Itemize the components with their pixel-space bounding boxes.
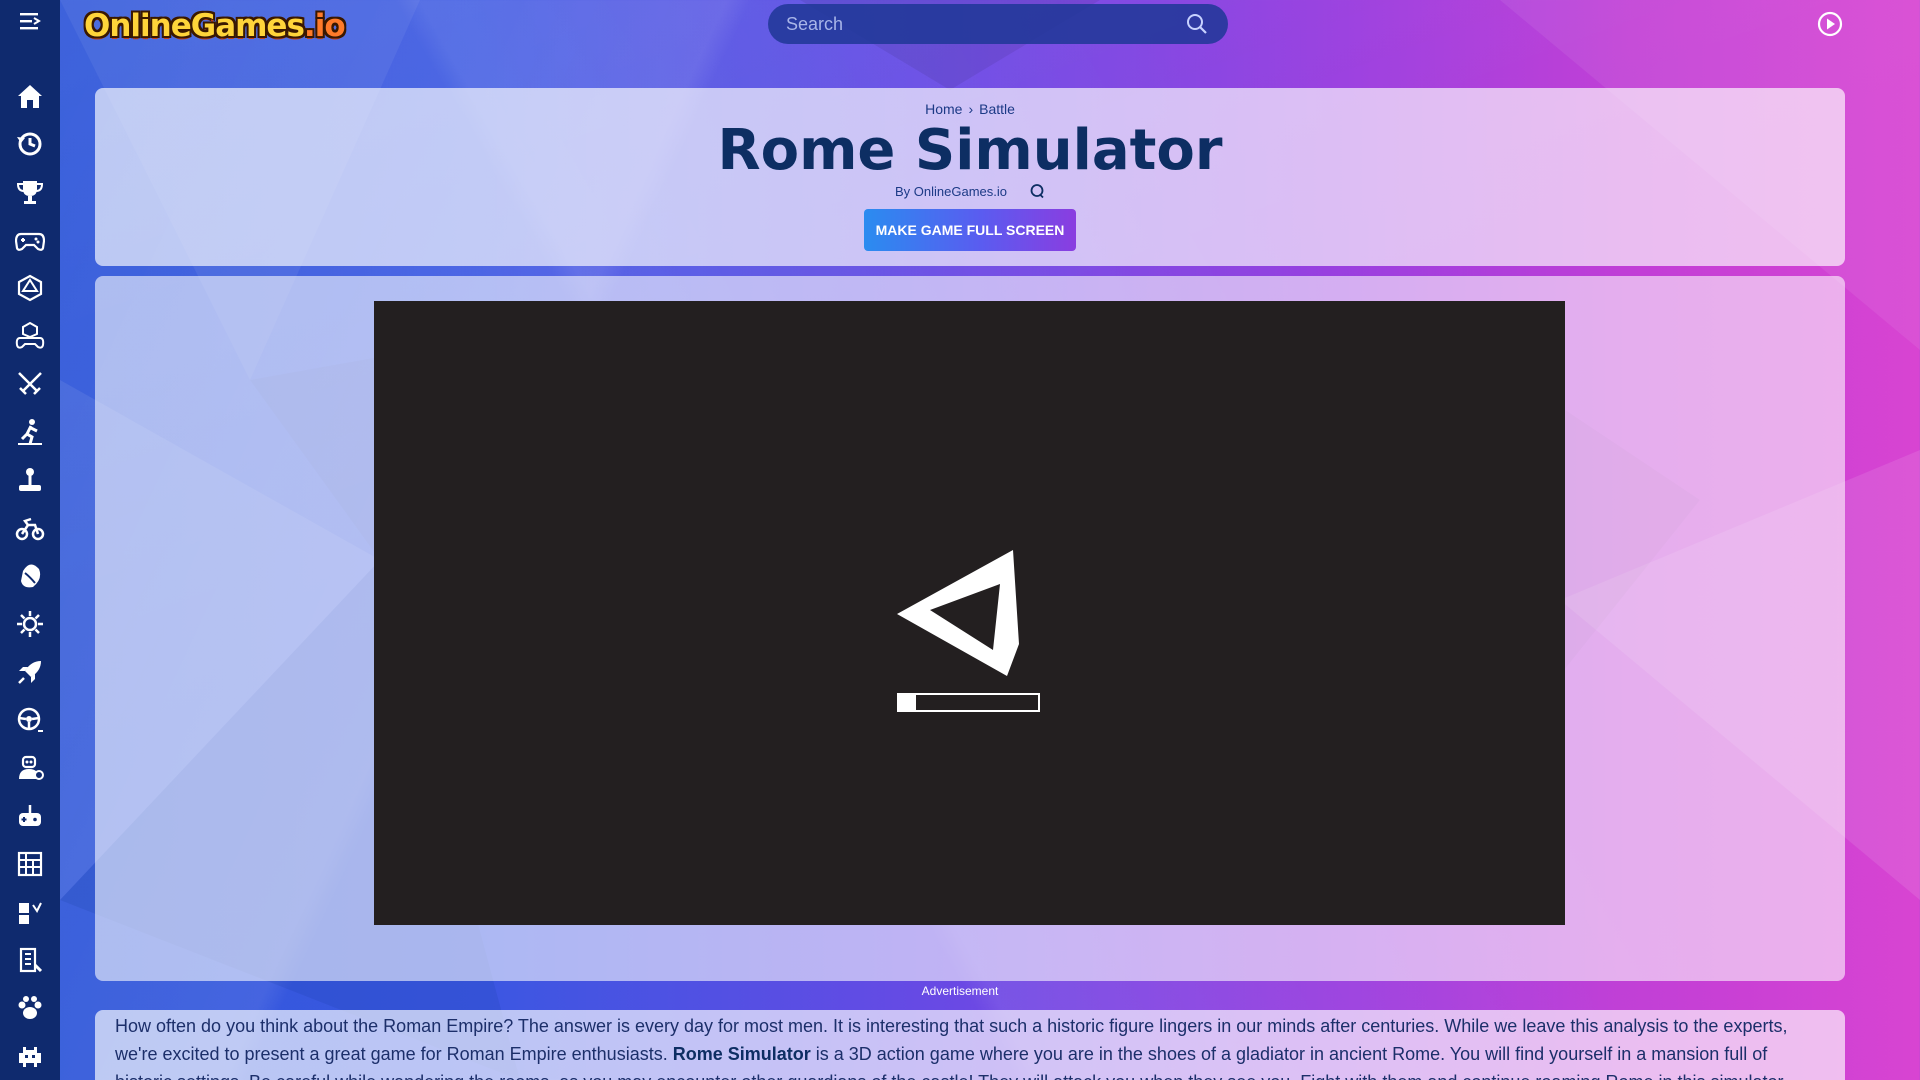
description-text: How often do you think about the Roman E… — [115, 1012, 1825, 1080]
sidebar-item-minecraft[interactable] — [10, 888, 50, 936]
logo-text: OnlineGames — [84, 8, 305, 44]
home-icon — [18, 85, 42, 108]
page-title: Rome Simulator — [717, 118, 1223, 183]
ball-icon — [21, 564, 41, 588]
search-icon — [1187, 14, 1207, 34]
sidebar-item-arcade[interactable] — [10, 456, 50, 504]
menu-icon — [20, 13, 41, 30]
unity-logo-icon — [897, 550, 1019, 676]
breadcrumb-separator: › — [968, 101, 974, 117]
site-logo[interactable]: OnlineGames .io — [84, 6, 346, 46]
sidebar-item-battle[interactable] — [10, 360, 50, 408]
breadcrumb-home-link[interactable]: Home — [925, 101, 962, 117]
search-input[interactable] — [786, 13, 1184, 35]
byline: By OnlineGames.io — [95, 183, 1845, 199]
blocks-icon — [19, 902, 42, 924]
sidebar-item-recent[interactable] — [10, 120, 50, 168]
play-circle-icon[interactable] — [1816, 10, 1844, 38]
comment-icon[interactable] — [1029, 183, 1045, 199]
sidebar-item-io[interactable] — [10, 600, 50, 648]
game-canvas[interactable] — [374, 301, 1565, 925]
joystick-icon — [19, 468, 41, 491]
sidebar-item-puzzle[interactable] — [10, 312, 50, 360]
sidebar-item-top[interactable] — [10, 168, 50, 216]
fullscreen-button[interactable]: MAKE GAME FULL SCREEN — [863, 209, 1077, 251]
trophy-icon — [16, 181, 44, 204]
history-icon — [17, 132, 42, 156]
sidebar-item-strategy[interactable] — [10, 840, 50, 888]
puzzle-controller-icon — [15, 321, 45, 349]
controller-plus-icon — [19, 805, 41, 826]
dice-icon — [17, 274, 43, 302]
sidebar-item-action[interactable] — [10, 216, 50, 264]
advertisement-label: Advertisement — [921, 984, 999, 998]
robot-icon — [19, 755, 44, 780]
menu-toggle-button[interactable] — [0, 0, 60, 42]
sidebar-item-retro[interactable] — [10, 1032, 50, 1080]
steering-wheel-icon — [17, 707, 43, 732]
pixel-monster-icon — [19, 1047, 41, 1067]
game-header-card: Home › Battle Rome Simulator By OnlineGa… — [95, 88, 1845, 266]
search-bar — [768, 4, 1228, 44]
motorbike-icon — [15, 517, 45, 541]
gear-icon — [17, 611, 43, 637]
breadcrumb: Home › Battle — [95, 101, 1845, 117]
breadcrumb-category-link[interactable]: Battle — [979, 101, 1015, 117]
sidebar-item-space[interactable] — [10, 648, 50, 696]
loading-progress-bar — [897, 693, 1040, 712]
logo-suffix: .io — [303, 8, 346, 44]
runner-icon — [18, 419, 42, 445]
sidebar-item-multiplayer[interactable] — [10, 744, 50, 792]
category-icon-list — [10, 72, 50, 1080]
game-container-card — [95, 276, 1845, 981]
sidebar-item-building[interactable] — [10, 936, 50, 984]
gamepad-icon — [15, 232, 45, 251]
publisher-link[interactable]: By OnlineGames.io — [895, 184, 1007, 199]
description-game-name: Rome Simulator — [672, 1044, 811, 1064]
sidebar-item-home[interactable] — [10, 72, 50, 120]
sidebar-item-sports[interactable] — [10, 552, 50, 600]
crossed-swords-icon — [18, 372, 42, 395]
building-icon — [19, 947, 43, 973]
loading-progress-fill — [899, 695, 916, 710]
rocket-icon — [18, 661, 41, 684]
sidebar-item-2player[interactable] — [10, 792, 50, 840]
sidebar — [0, 0, 60, 1080]
sidebar-item-racing[interactable] — [10, 696, 50, 744]
sidebar-item-adventure[interactable] — [10, 408, 50, 456]
tower-icon — [17, 851, 43, 877]
sidebar-item-board[interactable] — [10, 264, 50, 312]
sidebar-item-bike[interactable] — [10, 504, 50, 552]
search-button[interactable] — [1184, 11, 1210, 37]
game-description: How often do you think about the Roman E… — [95, 1010, 1845, 1080]
